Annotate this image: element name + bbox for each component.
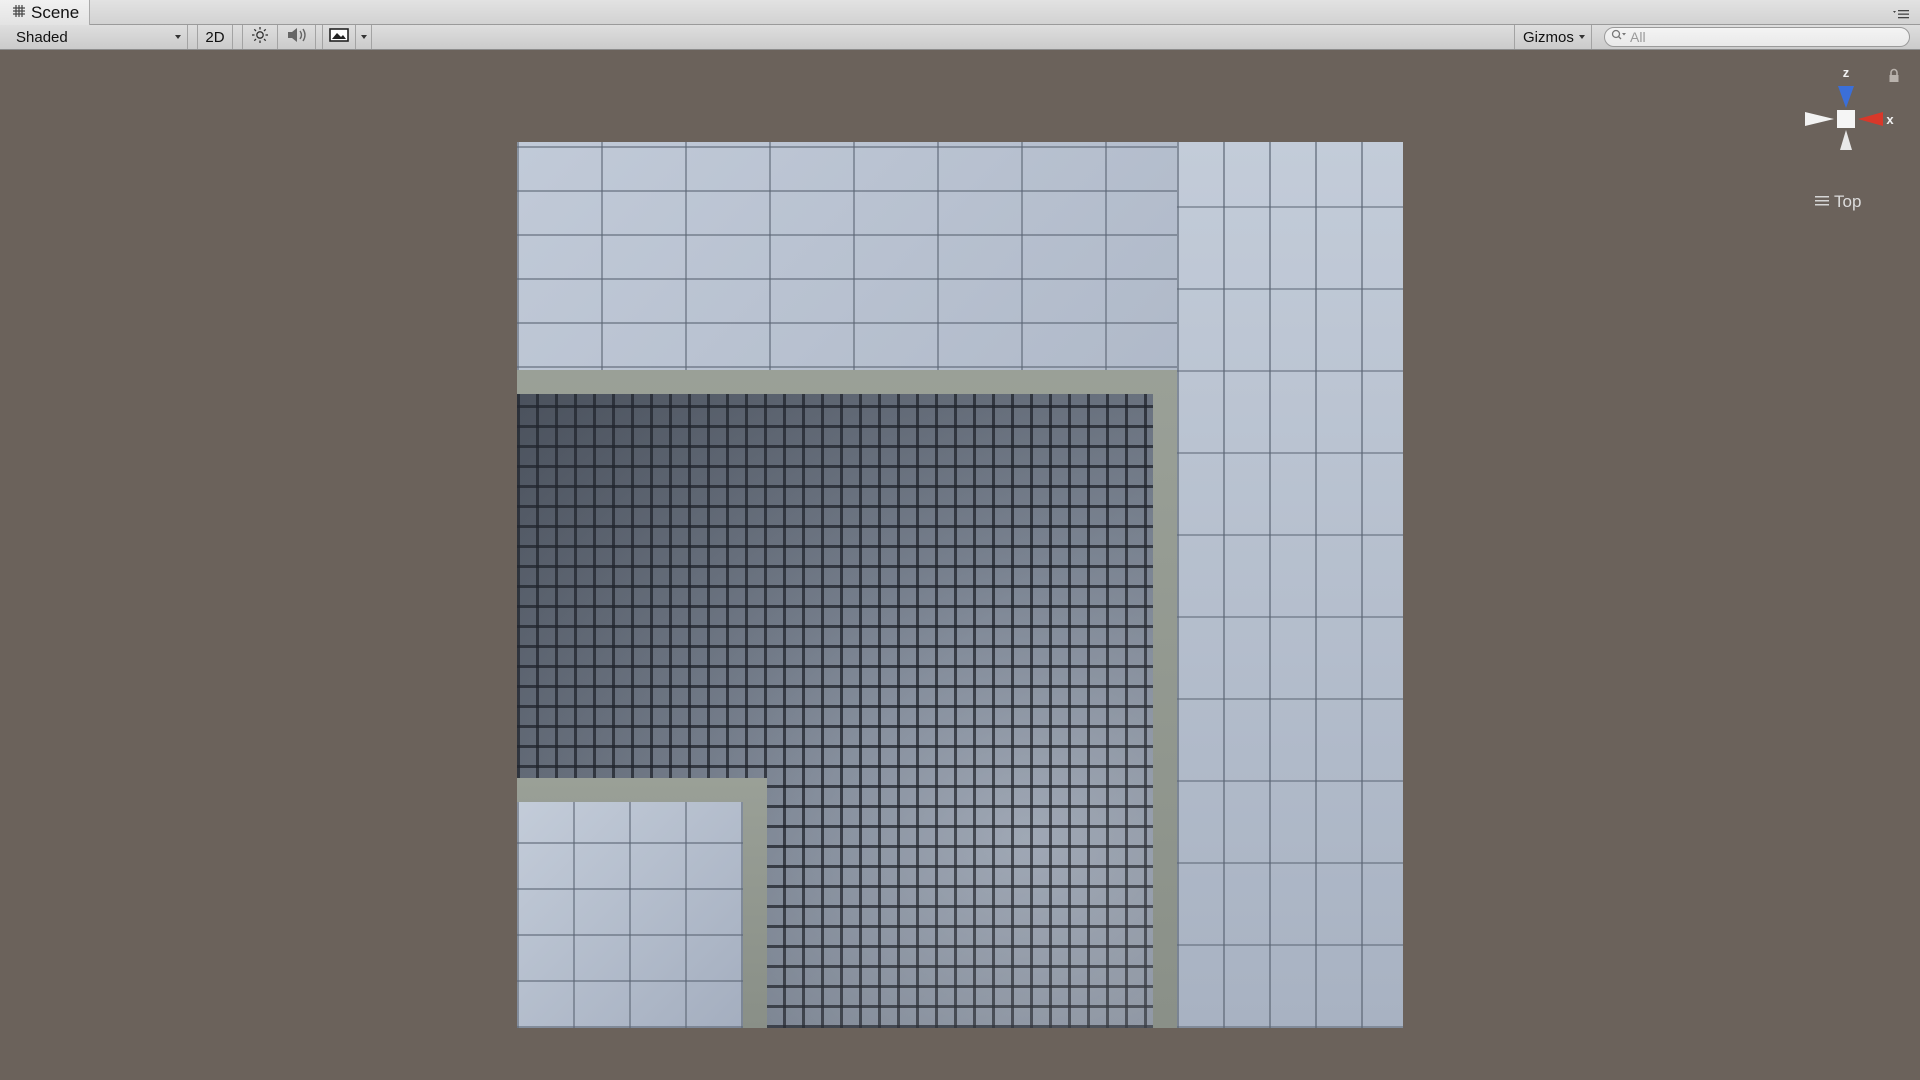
view-projection-toggle[interactable]: Top bbox=[1815, 192, 1861, 212]
right-stone-slabs bbox=[1177, 142, 1403, 1028]
stone-pavement-texture[interactable] bbox=[517, 142, 1403, 1028]
chevron-down-icon bbox=[175, 35, 181, 39]
panel-menu-icon[interactable] bbox=[1892, 7, 1910, 19]
scene-tab-bar: Scene bbox=[0, 0, 1920, 25]
scene-lighting-button[interactable] bbox=[242, 25, 278, 49]
effects-dropdown-button[interactable] bbox=[356, 25, 372, 49]
gizmos-label: Gizmos bbox=[1523, 28, 1574, 46]
gizmo-z-axis bbox=[1838, 86, 1854, 108]
hamburger-icon bbox=[1815, 192, 1829, 212]
chevron-down-icon bbox=[1579, 35, 1585, 39]
gizmo-center-cube bbox=[1837, 110, 1855, 128]
speaker-icon bbox=[286, 26, 308, 48]
search-icon bbox=[1611, 28, 1627, 46]
draw-mode-value: Shaded bbox=[16, 28, 68, 46]
scene-tab[interactable]: Scene bbox=[0, 0, 91, 25]
gizmo-x-axis bbox=[1858, 112, 1883, 126]
scene-tab-title: Scene bbox=[31, 2, 80, 22]
gizmo-neg-z-axis bbox=[1840, 130, 1852, 150]
scene-search-field[interactable] bbox=[1604, 27, 1910, 47]
inner-stone-slabs bbox=[517, 802, 743, 1028]
gizmo-x-label: x bbox=[1886, 112, 1894, 127]
gizmo-z-label: z bbox=[1843, 65, 1850, 80]
chevron-down-icon bbox=[360, 35, 367, 39]
2d-toggle-button[interactable]: 2D bbox=[197, 25, 233, 49]
scene-audio-button[interactable] bbox=[278, 25, 316, 49]
image-icon bbox=[329, 27, 349, 47]
search-input[interactable] bbox=[1630, 29, 1890, 45]
orientation-gizmo[interactable]: z x bbox=[1795, 62, 1895, 172]
scene-effects-button[interactable] bbox=[322, 25, 356, 49]
gizmo-neg-x-axis bbox=[1805, 112, 1834, 126]
sun-icon bbox=[251, 26, 269, 48]
draw-mode-dropdown[interactable]: Shaded bbox=[8, 25, 188, 49]
grid-hash-icon bbox=[12, 3, 26, 23]
view-label-text: Top bbox=[1834, 192, 1862, 211]
2d-toggle-label: 2D bbox=[205, 28, 225, 46]
gizmos-dropdown[interactable]: Gizmos bbox=[1514, 25, 1592, 49]
